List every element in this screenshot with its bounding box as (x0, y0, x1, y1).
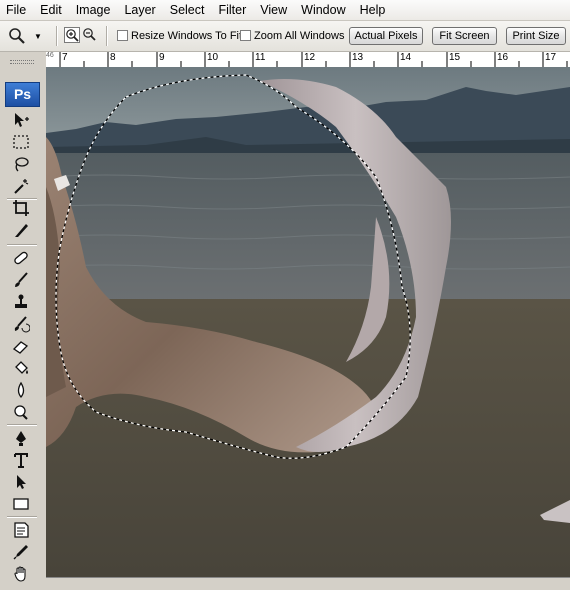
chevron-down-icon: ▼ (34, 31, 42, 41)
zoom-all-windows-checkbox[interactable] (240, 30, 251, 41)
tool-preset-picker[interactable]: ▼ (8, 25, 52, 47)
ruler-label: 14 (400, 52, 412, 63)
history-brush-tool-icon[interactable] (10, 314, 32, 334)
magic-wand-tool-icon[interactable] (10, 176, 32, 196)
menu-help[interactable]: Help (353, 0, 393, 20)
ruler-label: 9 (159, 52, 165, 63)
dodge-tool-icon[interactable] (10, 402, 32, 422)
resize-windows-checkbox[interactable] (117, 30, 128, 41)
move-tool-icon[interactable] (10, 110, 32, 130)
eyedropper-tool-icon[interactable] (10, 542, 32, 562)
toolbox: Ps (0, 52, 47, 589)
marquee-tool-icon[interactable] (10, 132, 32, 152)
type-tool-icon[interactable] (10, 450, 32, 470)
document-canvas[interactable] (46, 67, 570, 577)
horizontal-ruler[interactable]: 7 8 9 10 11 12 13 14 15 16 17 (46, 52, 570, 68)
zoom-in-button[interactable] (64, 27, 80, 43)
photoshop-logo[interactable]: Ps (5, 82, 40, 107)
rectangle-tool-icon[interactable] (10, 494, 32, 514)
menu-bar: File Edit Image Layer Select Filter View… (0, 0, 570, 21)
menu-window[interactable]: Window (294, 0, 352, 20)
menu-select[interactable]: Select (163, 0, 212, 20)
divider (7, 244, 37, 246)
slice-tool-icon[interactable] (10, 220, 32, 240)
ruler-origin[interactable]: 46 (46, 52, 60, 68)
pen-tool-icon[interactable] (10, 428, 32, 448)
menu-layer[interactable]: Layer (117, 0, 162, 20)
print-size-button[interactable]: Print Size (506, 27, 566, 45)
zoom-in-icon (66, 29, 79, 42)
eraser-tool-icon[interactable] (10, 336, 32, 356)
canvas-scrollbar-area[interactable] (46, 577, 570, 590)
blur-tool-icon[interactable] (10, 380, 32, 400)
paint-bucket-tool-icon[interactable] (10, 358, 32, 378)
menu-image[interactable]: Image (69, 0, 118, 20)
zoom-all-windows-label: Zoom All Windows (254, 30, 345, 42)
ruler-label: 8 (110, 52, 116, 63)
options-bar: ▼ Resize Windows To Fit Zoom All Windows… (0, 21, 570, 52)
ruler-label: 10 (207, 52, 219, 63)
ruler-label: 16 (497, 52, 509, 63)
menu-file[interactable]: File (0, 0, 33, 20)
menu-filter[interactable]: Filter (211, 0, 253, 20)
menu-view[interactable]: View (253, 0, 294, 20)
healing-brush-tool-icon[interactable] (10, 248, 32, 268)
ruler-label: 7 (62, 52, 68, 63)
divider (7, 424, 37, 426)
ruler-label: 15 (449, 52, 461, 63)
toolbox-grip[interactable] (10, 60, 34, 64)
zoom-out-button[interactable] (82, 27, 98, 43)
hand-tool-icon[interactable] (10, 564, 32, 584)
divider (56, 26, 58, 46)
divider (7, 516, 37, 518)
lasso-tool-icon[interactable] (10, 154, 32, 174)
ruler-label: 12 (304, 52, 316, 63)
zoom-out-icon (83, 28, 96, 41)
menu-edit[interactable]: Edit (33, 0, 69, 20)
fit-screen-button[interactable]: Fit Screen (432, 27, 497, 45)
crop-tool-icon[interactable] (10, 198, 32, 218)
path-selection-tool-icon[interactable] (10, 472, 32, 492)
ruler-label: 17 (545, 52, 557, 63)
clone-stamp-tool-icon[interactable] (10, 292, 32, 312)
actual-pixels-button[interactable]: Actual Pixels (349, 27, 423, 45)
divider (106, 26, 108, 46)
brush-tool-icon[interactable] (10, 270, 32, 290)
notes-tool-icon[interactable] (10, 520, 32, 540)
photo-canvas (46, 67, 570, 577)
ruler-label: 13 (352, 52, 364, 63)
ruler-label: 11 (255, 52, 266, 63)
zoom-magnifier-icon (9, 28, 25, 44)
resize-windows-label: Resize Windows To Fit (131, 30, 243, 42)
